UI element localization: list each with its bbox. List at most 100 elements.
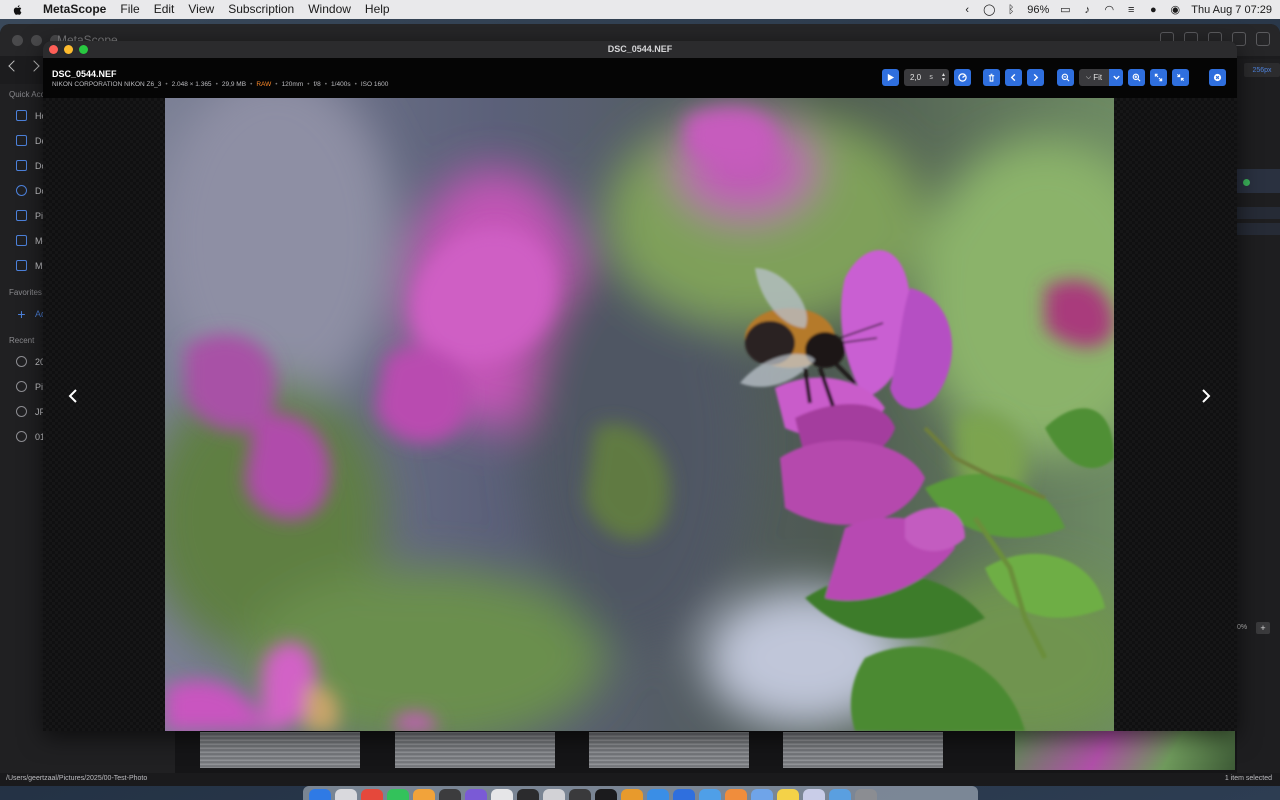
zoom-out-button[interactable] [1057, 69, 1074, 86]
image-dimensions: 2.048 × 1.365 [171, 81, 212, 88]
delete-button[interactable] [983, 69, 1000, 86]
info-icon[interactable] [1256, 32, 1270, 46]
photo-bee-on-flower [165, 98, 1114, 731]
stepper-arrows-icon[interactable]: ▲ ▼ [941, 72, 946, 83]
clock-app-icon[interactable] [517, 789, 539, 800]
filmstrip-thumbnail-selected[interactable] [1015, 730, 1235, 770]
bluetooth-icon[interactable]: ᛒ [1005, 4, 1017, 16]
zoom-mode-select[interactable]: ⌵ Fit [1079, 69, 1123, 86]
viewer-close-controls [1209, 69, 1226, 86]
menu-file[interactable]: File [113, 0, 146, 19]
disk-utility-icon[interactable] [543, 789, 565, 800]
menu-view[interactable]: View [181, 0, 221, 19]
close-viewer-button[interactable] [1209, 69, 1226, 86]
zoom-mode-label[interactable]: ⌵ Fit [1079, 69, 1109, 86]
downloads-folder-icon[interactable] [829, 789, 851, 800]
next-image-button[interactable] [1027, 69, 1044, 86]
app-icon[interactable] [725, 789, 747, 800]
actual-size-button[interactable] [1172, 69, 1189, 86]
slideshow-options-button[interactable] [954, 69, 971, 86]
minimize-button[interactable] [31, 35, 42, 46]
battery-icon[interactable]: ▭ [1059, 4, 1071, 16]
viewer-info-bar: DSC_0544.NEF NIKON CORPORATION NIKON Z6_… [43, 58, 1237, 98]
expand-icon [1154, 73, 1163, 82]
control-center-icon[interactable]: ≡ [1125, 4, 1137, 16]
back-arrow-icon[interactable] [8, 60, 20, 72]
chrome-icon[interactable] [361, 789, 383, 800]
document-icon [16, 160, 27, 171]
history-navigation [8, 60, 40, 72]
previous-image-button[interactable] [1005, 69, 1022, 86]
pages-icon[interactable] [621, 789, 643, 800]
menu-help[interactable]: Help [358, 0, 397, 19]
image-canvas[interactable] [43, 98, 1237, 731]
image-viewer-window: DSC_0544.NEF DSC_0544.NEF NIKON CORPORAT… [43, 41, 1237, 731]
whatsapp-icon[interactable] [387, 789, 409, 800]
music-note-icon [16, 260, 27, 271]
close-button[interactable] [12, 35, 23, 46]
siri-icon[interactable]: ◉ [1169, 4, 1181, 16]
slideshow-interval-stepper[interactable]: 2,0 s ▲ ▼ [904, 69, 949, 86]
plus-icon: + [17, 305, 26, 322]
forward-arrow-icon[interactable] [28, 60, 40, 72]
chevron-down-icon [1112, 75, 1120, 80]
app-store-icon[interactable] [699, 789, 721, 800]
film-icon [16, 235, 27, 246]
finder-icon[interactable] [309, 789, 331, 800]
settings-icon[interactable] [439, 789, 461, 800]
volume-icon[interactable]: ♪ [1081, 4, 1093, 16]
battery-percent: 96% [1027, 3, 1050, 16]
next-image-arrow[interactable] [1196, 386, 1216, 406]
filmstrip-thumbnail[interactable] [589, 732, 749, 768]
chevron-down-icon: ⌵ [1085, 73, 1092, 81]
menu-clock[interactable]: Thu Aug 7 07:29 [1191, 4, 1272, 16]
zoom-controls: ⌵ Fit [1057, 69, 1189, 86]
status-menu-area: ‹ ◯ ᛒ 96% ▭ ♪ ◠ ≡ ● ◉ Thu Aug 7 07:29 [961, 3, 1272, 17]
user-icon[interactable]: ● [1147, 4, 1159, 16]
menu-app-name[interactable]: MetaScope [36, 0, 113, 19]
collapse-icon [1176, 73, 1185, 82]
filmstrip-thumbnail[interactable] [395, 732, 555, 768]
zoom-in-small-button[interactable]: + [1256, 622, 1270, 634]
status-ok-icon [1243, 179, 1250, 186]
wifi-icon[interactable]: ◠ [1103, 4, 1115, 16]
apple-menu-icon[interactable] [12, 3, 26, 17]
slideshow-controls: 2,0 s ▲ ▼ [882, 69, 971, 86]
clock-icon [16, 356, 27, 367]
chevron-left-icon[interactable]: ‹ [961, 4, 973, 16]
zoom-in-button[interactable] [1128, 69, 1145, 86]
metascope-icon[interactable] [673, 789, 695, 800]
fullscreen-button[interactable] [1150, 69, 1167, 86]
trash-icon[interactable] [855, 789, 877, 800]
notes-yellow-icon[interactable] [777, 789, 799, 800]
photos-icon[interactable] [413, 789, 435, 800]
xcode-icon[interactable] [647, 789, 669, 800]
camera-icon[interactable] [569, 789, 591, 800]
gauge-icon [958, 73, 967, 82]
zoom-percent: 0% [1237, 624, 1248, 631]
launchpad-icon[interactable] [335, 789, 357, 800]
terminal-icon[interactable] [595, 789, 617, 800]
menu-subscription[interactable]: Subscription [221, 0, 301, 19]
selection-count: 1 item selected [1224, 775, 1272, 782]
activity-icon[interactable] [491, 789, 513, 800]
inspector-panel: 256px 0% + [1237, 59, 1280, 779]
zoom-out-icon [1061, 73, 1070, 82]
inspector-row[interactable] [1237, 223, 1280, 235]
play-slideshow-button[interactable] [882, 69, 899, 86]
stopwatch-icon[interactable]: ◯ [983, 4, 995, 16]
aperture: f/8 [313, 81, 321, 88]
zoom-mode-dropdown-button[interactable] [1109, 69, 1123, 86]
previous-image-arrow[interactable] [63, 386, 83, 406]
play-icon [887, 73, 895, 82]
preview-icon[interactable] [751, 789, 773, 800]
notes-icon[interactable] [465, 789, 487, 800]
menu-edit[interactable]: Edit [147, 0, 182, 19]
menu-window[interactable]: Window [301, 0, 358, 19]
inspector-row[interactable] [1237, 207, 1280, 219]
resolution-badge[interactable]: 256px [1244, 63, 1280, 77]
filmstrip-thumbnail[interactable] [783, 732, 943, 768]
menu-bar: MetaScope File Edit View Subscription Wi… [0, 0, 1280, 19]
filmstrip-thumbnail[interactable] [200, 732, 360, 768]
app-icon[interactable] [803, 789, 825, 800]
